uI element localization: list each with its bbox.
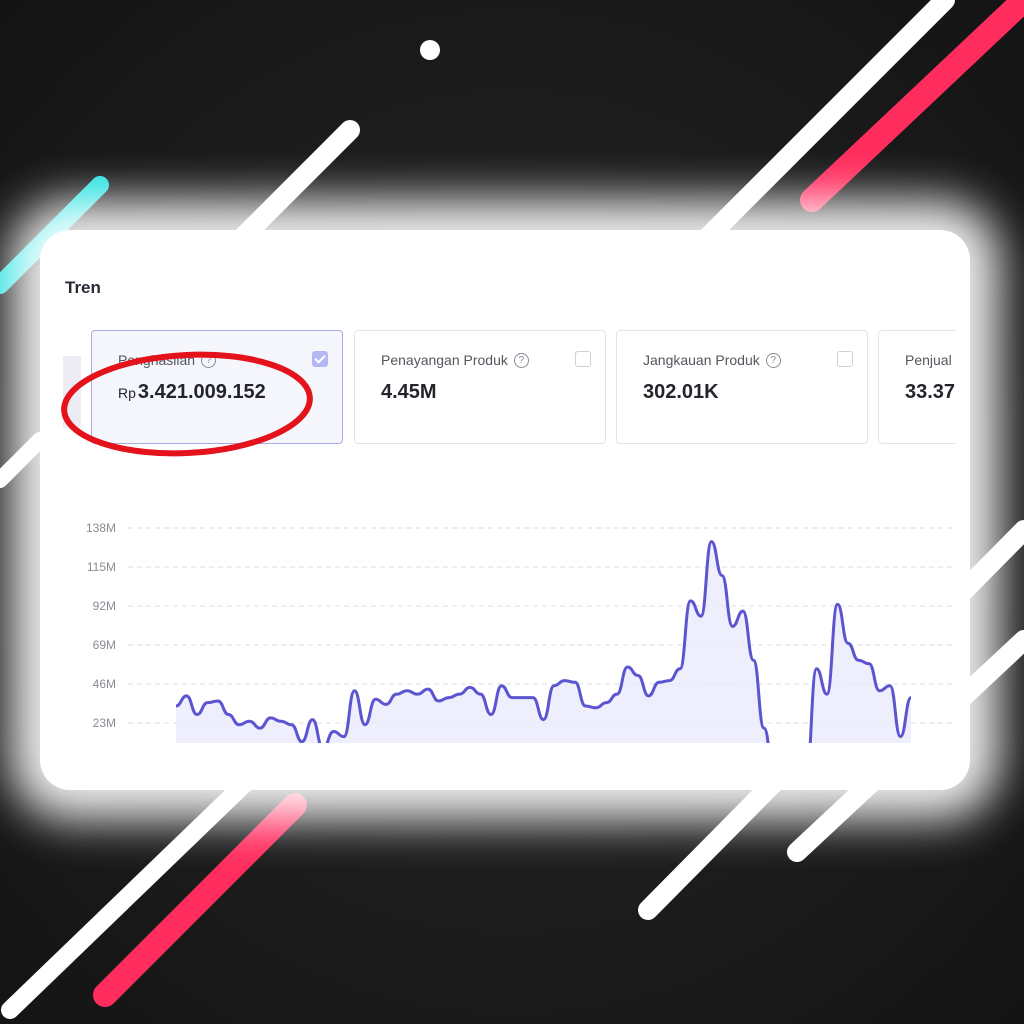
metric-label-text: Penjual xyxy=(905,352,952,368)
metric-card-jangkauan-produk[interactable]: Jangkauan Produk ? 302.01K xyxy=(616,330,868,444)
metric-checkbox[interactable] xyxy=(312,351,328,367)
metric-label: Penjual xyxy=(905,352,952,368)
metric-label: Jangkauan Produk ? xyxy=(643,352,781,368)
deco-line-white-top-right xyxy=(680,0,955,265)
panel-scroll-edge xyxy=(63,356,81,428)
metric-label: Penayangan Produk ? xyxy=(381,352,529,368)
metric-value: 4.45M xyxy=(381,381,437,403)
metric-card-penjual[interactable]: Penjual 33.37 xyxy=(878,330,956,444)
metric-value: 302.01K xyxy=(643,381,719,403)
metric-label: Penghasilan ? xyxy=(118,352,217,368)
help-icon[interactable]: ? xyxy=(513,352,529,368)
metric-checkbox[interactable] xyxy=(837,351,853,367)
panel-title: Tren xyxy=(65,278,101,297)
series-area xyxy=(176,541,911,743)
metric-value: Rp 3.421.009.152 xyxy=(118,381,266,404)
metric-checkbox[interactable] xyxy=(575,351,591,367)
metric-label-text: Penayangan Produk xyxy=(381,352,508,368)
metric-card-penayangan-produk[interactable]: Penayangan Produk ? 4.45M xyxy=(354,330,606,444)
help-icon[interactable]: ? xyxy=(765,352,781,368)
metric-card-penghasilan[interactable]: Penghasilan ? Rp 3.421.009.152 xyxy=(91,330,343,444)
trend-chart: 138M 115M 92M 69M 46M 23M xyxy=(86,521,956,743)
y-tick-label: 138M xyxy=(86,521,116,535)
y-tick-label: 69M xyxy=(93,638,116,652)
y-tick-label: 92M xyxy=(93,599,116,613)
metric-value: 33.37 xyxy=(905,381,956,403)
metric-label-text: Penghasilan xyxy=(118,352,196,368)
metric-value-text: 3.421.009.152 xyxy=(137,381,266,403)
help-icon[interactable]: ? xyxy=(201,352,217,368)
deco-dot xyxy=(420,40,440,60)
currency-label: Rp xyxy=(118,385,136,401)
deco-line-white-left-mid xyxy=(0,432,48,488)
y-tick-label: 46M xyxy=(93,677,116,691)
metric-label-text: Jangkauan Produk xyxy=(643,352,760,368)
y-tick-label: 23M xyxy=(93,716,116,730)
series-line xyxy=(175,540,913,743)
y-tick-label: 115M xyxy=(87,560,116,574)
trend-panel: Tren Penghasilan ? Rp 3.421.009.152 Penay… xyxy=(53,268,956,743)
